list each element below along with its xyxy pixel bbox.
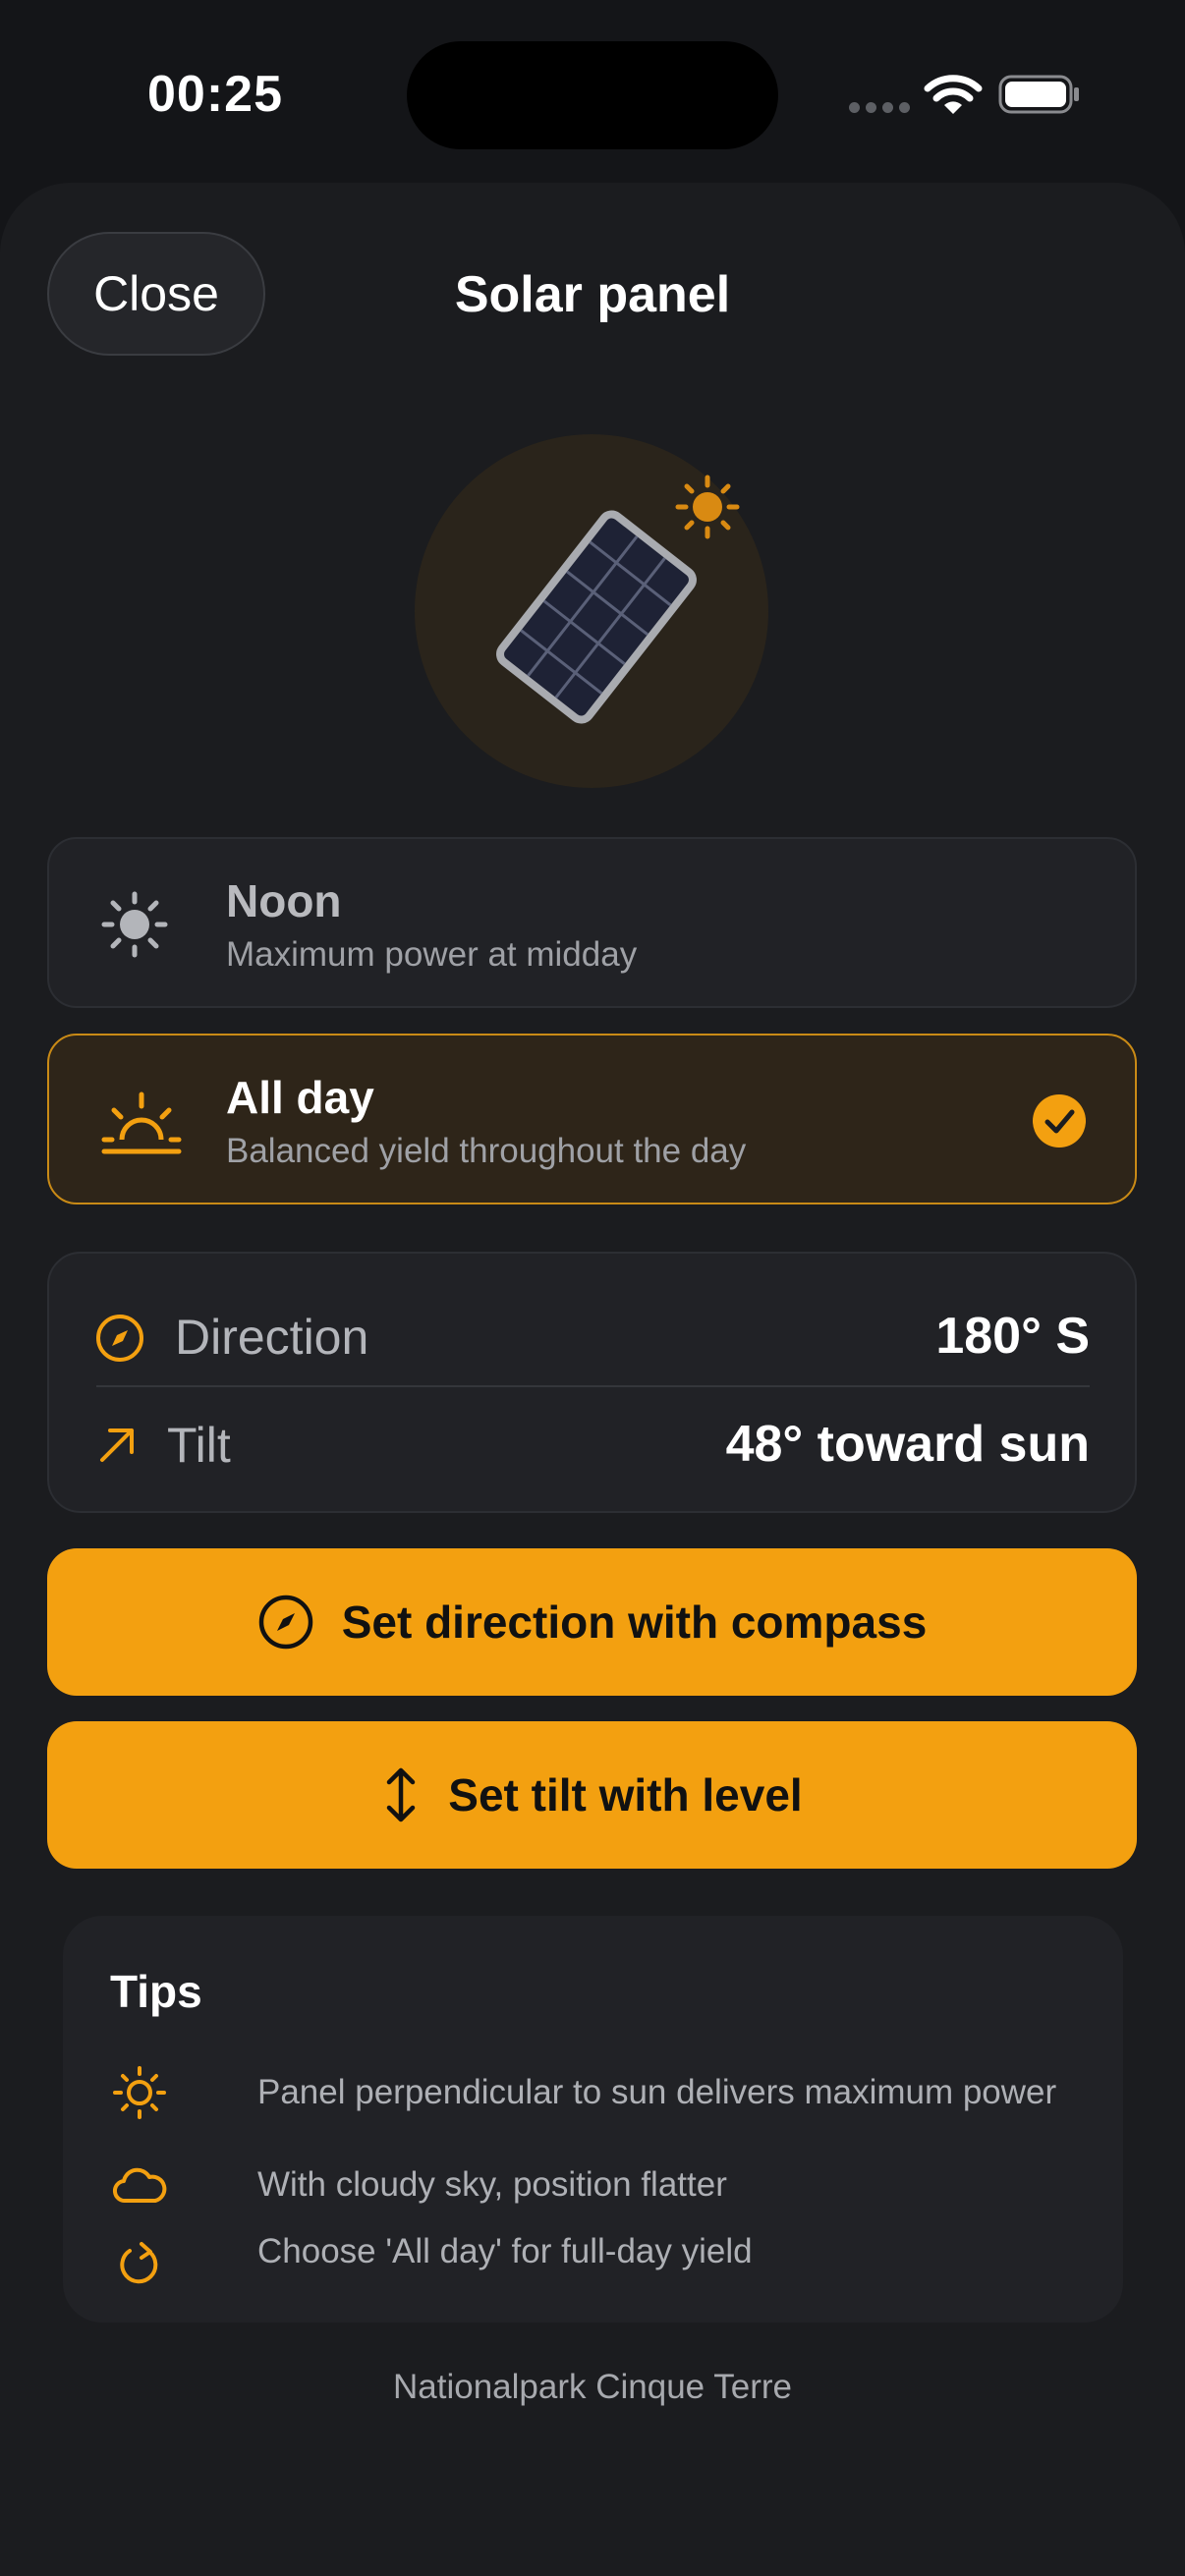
dynamic-island [407, 41, 778, 149]
mode-option-noon[interactable]: Noon Maximum power at midday [47, 837, 1137, 1008]
mode-option-all-day[interactable]: All day Balanced yield throughout the da… [47, 1034, 1137, 1204]
sun-icon [101, 891, 168, 958]
divider [96, 1385, 1090, 1387]
wifi-icon [924, 75, 983, 114]
mode-subtitle: Maximum power at midday [226, 935, 638, 974]
tilt-value: 48° toward sun [725, 1416, 1090, 1473]
tip-text: Panel perpendicular to sun delivers maxi… [257, 2073, 1057, 2111]
refresh-icon [120, 2242, 158, 2284]
orientation-card: Direction 180° S Tilt 48° toward sun [47, 1252, 1137, 1513]
status-time: 00:25 [147, 66, 283, 123]
tip-item: With cloudy sky, position flatter [110, 2156, 1093, 2214]
tilt-label: Tilt [167, 1418, 231, 1473]
tips-title: Tips [110, 1966, 202, 2017]
sun-icon [113, 2066, 166, 2119]
mode-title: Noon [226, 875, 342, 926]
cellular-signal-icon [849, 102, 910, 113]
mode-title: All day [226, 1072, 374, 1123]
tips-card: Tips Panel perpendicular to sun delivers… [63, 1916, 1123, 2323]
compass-icon [258, 1595, 312, 1650]
sunrise-icon [101, 1092, 182, 1154]
battery-full-icon [998, 75, 1079, 114]
direction-value: 180° S [935, 1308, 1090, 1365]
tip-item: Choose 'All day' for full-day yield [110, 2232, 1093, 2293]
solar-panel-sheet: Close Solar panel Noon Maximum power at … [0, 183, 1185, 2576]
solar-panel-icon [496, 475, 740, 724]
set-direction-compass-label: Set direction with compass [341, 1596, 928, 1648]
direction-row: Direction 180° S [49, 1287, 1135, 1385]
hero-illustration [415, 434, 768, 788]
tip-item: Panel perpendicular to sun delivers maxi… [110, 2063, 1093, 2122]
vertical-arrows-icon [387, 1767, 416, 1822]
tilt-row: Tilt 48° toward sun [49, 1395, 1135, 1493]
sun-icon [675, 475, 740, 539]
tip-text: With cloudy sky, position flatter [257, 2165, 727, 2204]
cloud-icon [113, 2167, 167, 2204]
location-footer: Nationalpark Cinque Terre [393, 2368, 792, 2406]
direction-label: Direction [175, 1310, 369, 1365]
tip-text: Choose 'All day' for full-day yield [257, 2232, 753, 2270]
mode-subtitle: Balanced yield throughout the day [226, 1132, 747, 1170]
set-tilt-level-button[interactable]: Set tilt with level [47, 1721, 1137, 1869]
set-tilt-level-label: Set tilt with level [448, 1769, 803, 1820]
status-bar: 00:25 [0, 0, 1185, 187]
checkmark-icon [1033, 1094, 1086, 1148]
page-title: Solar panel [454, 266, 731, 323]
arrow-up-right-icon [100, 1428, 134, 1462]
set-direction-compass-button[interactable]: Set direction with compass [47, 1548, 1137, 1696]
compass-icon [96, 1315, 143, 1362]
